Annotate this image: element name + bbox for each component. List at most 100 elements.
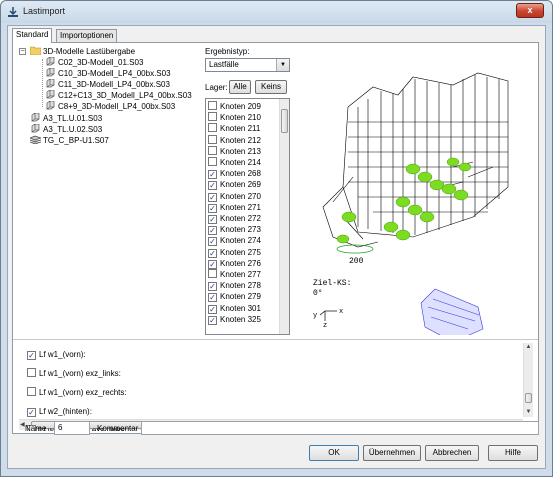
knoten-item[interactable]: Knoten 277 — [208, 269, 261, 280]
lastfall-label: Lf w1_(vorn): — [39, 350, 86, 359]
knoten-label: Knoten 274 — [220, 236, 261, 246]
name-input[interactable]: 6 — [54, 421, 90, 435]
checkbox-checked-icon[interactable]: ✓ — [208, 192, 217, 202]
axis-y-label: y — [313, 312, 317, 320]
checkbox-icon[interactable] — [208, 101, 217, 110]
tree-child-item[interactable]: C8+9_3D-Modell_LP4_00bx.S03 — [45, 101, 175, 112]
knoten-item[interactable]: ✓ Knoten 279 — [208, 291, 261, 303]
title-bar[interactable]: Lastimport x — [1, 1, 552, 23]
close-button[interactable]: x — [516, 3, 544, 18]
checkbox-icon[interactable] — [208, 134, 217, 144]
checkbox-checked-icon[interactable]: ✓ — [208, 170, 217, 180]
lastfall-vscroll-thumb[interactable] — [525, 393, 532, 403]
checkbox-checked-icon[interactable]: ✓ — [208, 203, 217, 213]
kommentar-input[interactable] — [141, 421, 539, 435]
checkbox-checked-icon[interactable]: ✓ — [27, 351, 36, 360]
checkbox-icon[interactable] — [208, 157, 217, 166]
ergebnistyp-select[interactable]: Lastfälle ▼ — [205, 58, 290, 72]
select-none-button[interactable]: Keins — [255, 80, 287, 94]
knoten-label: Knoten 268 — [220, 169, 261, 179]
knoten-item[interactable]: Knoten 213 — [208, 145, 261, 157]
checkbox-icon[interactable] — [208, 112, 217, 122]
name-label: Name — [25, 424, 47, 433]
model-file-icon — [46, 90, 55, 99]
checkbox-icon[interactable] — [27, 387, 36, 396]
axis-z-label: z — [323, 322, 327, 330]
knoten-list[interactable]: Knoten 209 Knoten 210 Knoten 211 Knoten 212… — [205, 98, 290, 335]
knoten-item[interactable]: Knoten 211 — [208, 123, 260, 134]
tree-child-item[interactable]: C11_3D-Modell_LP4_00bx.S03 — [45, 79, 170, 90]
knoten-label: Knoten 209 — [220, 102, 261, 111]
tree-collapse-toggle[interactable]: − — [19, 48, 26, 55]
checkbox-checked-icon[interactable]: ✓ — [208, 248, 217, 258]
select-all-button[interactable]: Alle — [229, 80, 251, 94]
abbrechen-button[interactable]: Abbrechen — [425, 445, 479, 461]
ok-button[interactable]: OK — [309, 445, 359, 461]
tree-child-item[interactable]: C10_3D-Modell_LP4_00bx.S03 — [45, 68, 171, 79]
knoten-item[interactable]: ✓ Knoten 274 — [208, 235, 261, 247]
checkbox-checked-icon[interactable]: ✓ — [208, 226, 217, 236]
checkbox-icon[interactable] — [208, 269, 217, 278]
knoten-item[interactable]: ✓ Knoten 272 — [208, 213, 261, 224]
checkbox-checked-icon[interactable]: ✓ — [208, 237, 217, 247]
hilfe-button[interactable]: Hilfe — [488, 445, 538, 461]
knoten-scrollbar[interactable] — [279, 99, 289, 334]
chevron-down-icon: ▼ — [276, 59, 289, 71]
lastfall-item[interactable]: Lf w1_(vorn) exz_rechts: — [27, 387, 127, 398]
lastfall-label: Lf w2_(hinten): — [39, 407, 92, 416]
checkbox-checked-icon[interactable]: ✓ — [208, 315, 217, 325]
checkbox-checked-icon[interactable]: ✓ — [208, 282, 217, 292]
model-file-icon — [46, 68, 55, 77]
knoten-item[interactable]: Knoten 210 — [208, 112, 261, 123]
knoten-label: Knoten 214 — [220, 158, 261, 167]
tree-root-item[interactable]: 3D-Modelle Lastübergabe — [30, 46, 135, 57]
knoten-item[interactable]: ✓ Knoten 273 — [208, 224, 261, 236]
checkbox-checked-icon[interactable]: ✓ — [27, 408, 36, 417]
model-file-icon — [46, 101, 55, 110]
tree-top-label: A3_TL.U.02.S03 — [43, 125, 103, 134]
knoten-label: Knoten 212 — [220, 135, 261, 145]
knoten-item[interactable]: ✓ Knoten 301 — [208, 303, 261, 314]
lastfall-label: Lf w1_(vorn) exz_rechts: — [39, 388, 127, 397]
uebernehmen-button[interactable]: Übernehmen — [363, 445, 421, 461]
knoten-item[interactable]: ✓ Knoten 325 — [208, 314, 261, 325]
knoten-item[interactable]: ✓ Knoten 268 — [208, 168, 261, 180]
tab-standard[interactable]: Standard — [12, 28, 53, 43]
lastfall-item[interactable]: ✓ Lf w1_(vorn): — [27, 349, 86, 360]
lastfall-list[interactable]: ▲ ▼ ◀ ▶ ✓Lf w1_(vorn):Lf w1_(vorn) exz_l… — [19, 343, 533, 431]
checkbox-icon[interactable] — [208, 145, 217, 155]
knoten-item[interactable]: Knoten 214 — [208, 157, 261, 168]
lastfall-item[interactable]: Lf w1_(vorn) exz_links: — [27, 368, 121, 379]
checkbox-checked-icon[interactable]: ✓ — [208, 181, 217, 191]
tree-top-item[interactable]: TG_C_BP-U1.S07 — [30, 135, 109, 146]
tree-child-item[interactable]: C12+C13_3D_Modell_LP4_00bx.S03 — [45, 90, 192, 101]
knoten-item[interactable]: ✓ Knoten 270 — [208, 191, 261, 202]
lastfall-label: Lf w1_(vorn) exz_links: — [39, 369, 121, 378]
tree-child-item[interactable]: C02_3D-Modell_01.S03 — [45, 57, 143, 68]
knoten-label: Knoten 269 — [220, 180, 261, 190]
knoten-scroll-thumb[interactable] — [281, 109, 288, 133]
knoten-item[interactable]: Knoten 209 — [208, 101, 261, 112]
knoten-item[interactable]: Knoten 212 — [208, 134, 261, 146]
checkbox-icon[interactable] — [27, 368, 36, 377]
tab-importoptionen[interactable]: Importoptionen — [56, 29, 118, 42]
knoten-item[interactable]: ✓ Knoten 276 — [208, 258, 261, 269]
checkbox-checked-icon[interactable]: ✓ — [208, 259, 217, 269]
lastfall-vscrollbar[interactable]: ▲ ▼ — [523, 343, 533, 417]
knoten-item[interactable]: ✓ Knoten 271 — [208, 202, 261, 213]
checkbox-icon[interactable] — [208, 123, 217, 133]
knoten-item[interactable]: ✓ Knoten 275 — [208, 247, 261, 258]
model-3d-view[interactable]: 200 Ziel-KS: 0° x y z — [303, 67, 539, 335]
checkbox-checked-icon[interactable]: ✓ — [208, 304, 217, 314]
knoten-item[interactable]: ✓ Knoten 278 — [208, 280, 261, 292]
knoten-item[interactable]: ✓ Knoten 269 — [208, 179, 261, 191]
tree-top-item[interactable]: A3_TL.U.02.S03 — [30, 124, 102, 135]
knoten-label: Knoten 271 — [220, 202, 261, 212]
tree-root-label: 3D-Modelle Lastübergabe — [43, 47, 136, 56]
checkbox-checked-icon[interactable]: ✓ — [208, 215, 217, 224]
scroll-left-icon[interactable]: ◀ — [20, 420, 25, 430]
knoten-label: Knoten 211 — [220, 124, 261, 134]
checkbox-checked-icon[interactable]: ✓ — [208, 293, 217, 303]
lastfall-item[interactable]: ✓ Lf w2_(hinten): — [27, 406, 92, 417]
tree-top-item[interactable]: A3_TL.U.01.S03 — [30, 113, 102, 124]
